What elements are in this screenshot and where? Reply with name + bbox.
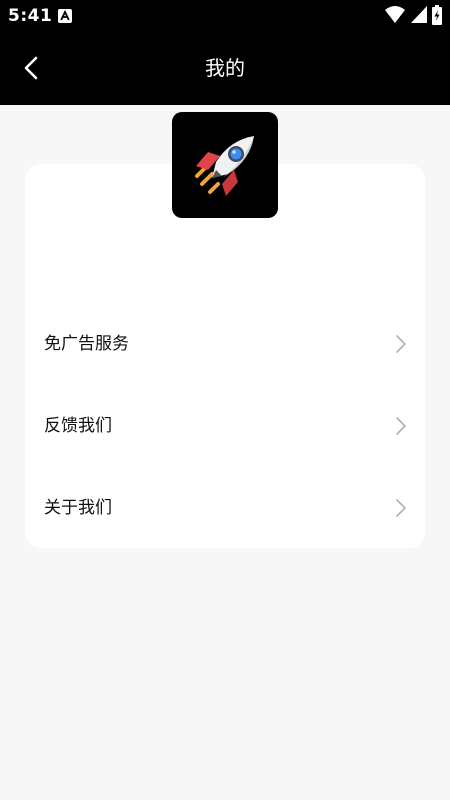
status-bar: 5:41 bbox=[0, 0, 450, 32]
menu-item-ad-free[interactable]: 免广告服务 bbox=[25, 314, 425, 374]
cellular-signal-icon bbox=[411, 6, 427, 23]
page-title: 我的 bbox=[205, 56, 245, 80]
menu-item-label: 免广告服务 bbox=[44, 334, 129, 354]
rocket-icon bbox=[172, 112, 278, 218]
app-bar: 我的 bbox=[0, 32, 450, 105]
menu-item-label: 关于我们 bbox=[44, 498, 112, 518]
a-letter-icon bbox=[58, 8, 72, 23]
menu-card: 免广告服务 反馈我们 关于我们 bbox=[25, 164, 425, 548]
chevron-right-icon bbox=[396, 499, 407, 517]
status-time: 5:41 bbox=[8, 6, 53, 26]
chevron-right-icon bbox=[396, 417, 407, 435]
menu-item-about[interactable]: 关于我们 bbox=[25, 478, 425, 538]
chevron-right-icon bbox=[396, 335, 407, 353]
battery-charging-icon bbox=[432, 5, 442, 25]
wifi-icon bbox=[385, 6, 405, 23]
menu-item-label: 反馈我们 bbox=[44, 416, 112, 436]
menu-item-feedback[interactable]: 反馈我们 bbox=[25, 396, 425, 456]
